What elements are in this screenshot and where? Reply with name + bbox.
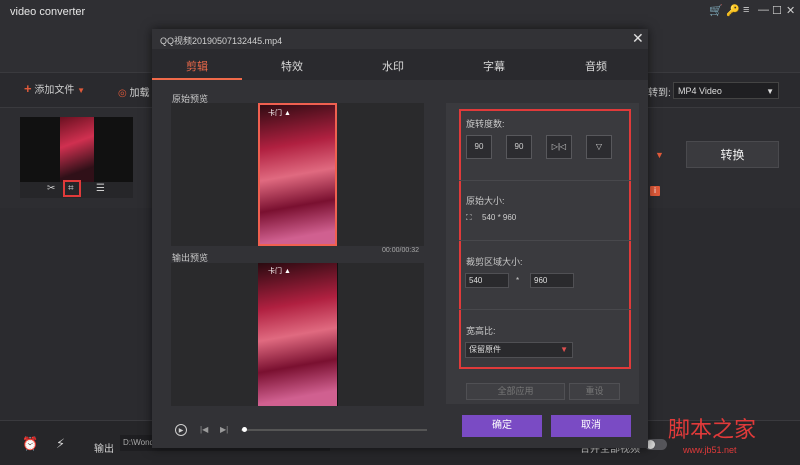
chevron-down-icon: ▼ bbox=[766, 87, 774, 96]
step-forward-icon[interactable]: ▶| bbox=[220, 425, 228, 434]
chevron-down-icon: ▼ bbox=[77, 86, 86, 95]
dialog-title: QQ视频20190507132445.mp4 bbox=[160, 36, 283, 46]
output-divider bbox=[337, 263, 338, 406]
flip-vertical-button[interactable]: ▽ bbox=[586, 135, 612, 159]
flip-horizontal-button[interactable]: ▷|◁ bbox=[546, 135, 572, 159]
crop-height-input[interactable]: 960 bbox=[530, 273, 574, 288]
divider bbox=[459, 309, 631, 310]
maximize-icon[interactable]: ☐ bbox=[772, 4, 782, 17]
add-file-button[interactable]: + 添加文件 ▼ bbox=[24, 81, 85, 96]
format-value: MP4 Video bbox=[678, 86, 722, 96]
scrub-track[interactable] bbox=[241, 429, 427, 431]
cart-icon[interactable]: 🛒 bbox=[709, 4, 723, 17]
alarm-icon[interactable]: ⏰ bbox=[22, 436, 38, 452]
resize-icon: ⛶ bbox=[466, 213, 472, 222]
aspect-select[interactable]: 保留原件 ▼ bbox=[465, 342, 573, 358]
disc-icon: ◎ bbox=[118, 88, 127, 99]
play-icon[interactable]: ▶ bbox=[175, 424, 187, 436]
site-watermark: 脚本之家 bbox=[668, 418, 757, 443]
thumbnail-image bbox=[60, 117, 94, 182]
crop-frame[interactable] bbox=[258, 103, 337, 246]
lightning-icon[interactable]: ⚡ bbox=[56, 436, 65, 452]
convert-to-label: 转到: bbox=[648, 88, 671, 99]
menu-icon[interactable]: ≡ bbox=[743, 4, 749, 16]
aspect-value: 保留原件 bbox=[469, 345, 501, 354]
crop-times-sign: * bbox=[516, 276, 520, 285]
cancel-button[interactable]: 取消 bbox=[551, 415, 631, 437]
divider bbox=[459, 240, 631, 241]
aspect-label: 宽高比: bbox=[466, 326, 496, 336]
reset-button[interactable]: 重设 bbox=[569, 383, 620, 400]
close-app-icon[interactable]: ✕ bbox=[786, 4, 795, 17]
video-overlay-text: 卡门 ▲ bbox=[268, 268, 291, 275]
chevron-down-icon[interactable]: ▼ bbox=[655, 150, 664, 160]
crop-size-label: 裁剪区域大小: bbox=[466, 257, 523, 267]
step-back-icon[interactable]: |◀ bbox=[200, 425, 208, 434]
tab-subtitle[interactable]: 字幕 bbox=[464, 58, 524, 74]
active-tab-indicator bbox=[152, 78, 242, 80]
scrub-handle[interactable] bbox=[242, 427, 247, 432]
effects-icon[interactable]: ☰ bbox=[96, 183, 105, 194]
original-size-label: 原始大小: bbox=[466, 196, 505, 206]
format-select[interactable]: MP4 Video ▼ bbox=[673, 82, 779, 99]
crop-icon-highlight bbox=[63, 180, 81, 197]
ok-button[interactable]: 确定 bbox=[462, 415, 542, 437]
rotate-right-button[interactable]: 90 bbox=[506, 135, 532, 159]
convert-button[interactable]: 转换 bbox=[686, 141, 779, 168]
add-file-label: 添加文件 bbox=[34, 85, 75, 96]
close-icon[interactable]: ✕ bbox=[632, 30, 644, 47]
trim-icon[interactable]: ✂ bbox=[47, 183, 55, 194]
merge-toggle[interactable] bbox=[645, 439, 667, 450]
original-size-value: 540 * 960 bbox=[482, 213, 517, 222]
output-label: 输出 bbox=[94, 444, 114, 455]
tab-watermark[interactable]: 水印 bbox=[363, 58, 423, 74]
apply-all-button[interactable]: 全部应用 bbox=[466, 383, 565, 400]
time-display: 00:00/00:32 bbox=[382, 247, 419, 254]
rotate-label: 旋转度数: bbox=[466, 119, 505, 129]
plus-icon: + bbox=[24, 81, 32, 96]
crop-width-input[interactable]: 540 bbox=[465, 273, 509, 288]
rotate-left-button[interactable]: 90 bbox=[466, 135, 492, 159]
load-label: 加载 bbox=[129, 88, 150, 99]
divider bbox=[459, 180, 631, 181]
minimize-icon[interactable]: — bbox=[758, 4, 769, 16]
tab-audio[interactable]: 音频 bbox=[566, 58, 626, 74]
output-video-frame bbox=[258, 263, 337, 406]
tab-trim[interactable]: 剪辑 bbox=[167, 58, 227, 74]
chevron-down-icon: ▼ bbox=[560, 345, 568, 354]
key-icon[interactable]: 🔑 bbox=[726, 4, 740, 17]
load-button[interactable]: ◎ 加载 bbox=[118, 84, 150, 99]
tab-effects[interactable]: 特效 bbox=[262, 58, 322, 74]
site-watermark-url: www.jb51.net bbox=[683, 445, 737, 455]
app-title: video converter bbox=[10, 6, 86, 18]
info-icon[interactable]: i bbox=[650, 186, 660, 196]
